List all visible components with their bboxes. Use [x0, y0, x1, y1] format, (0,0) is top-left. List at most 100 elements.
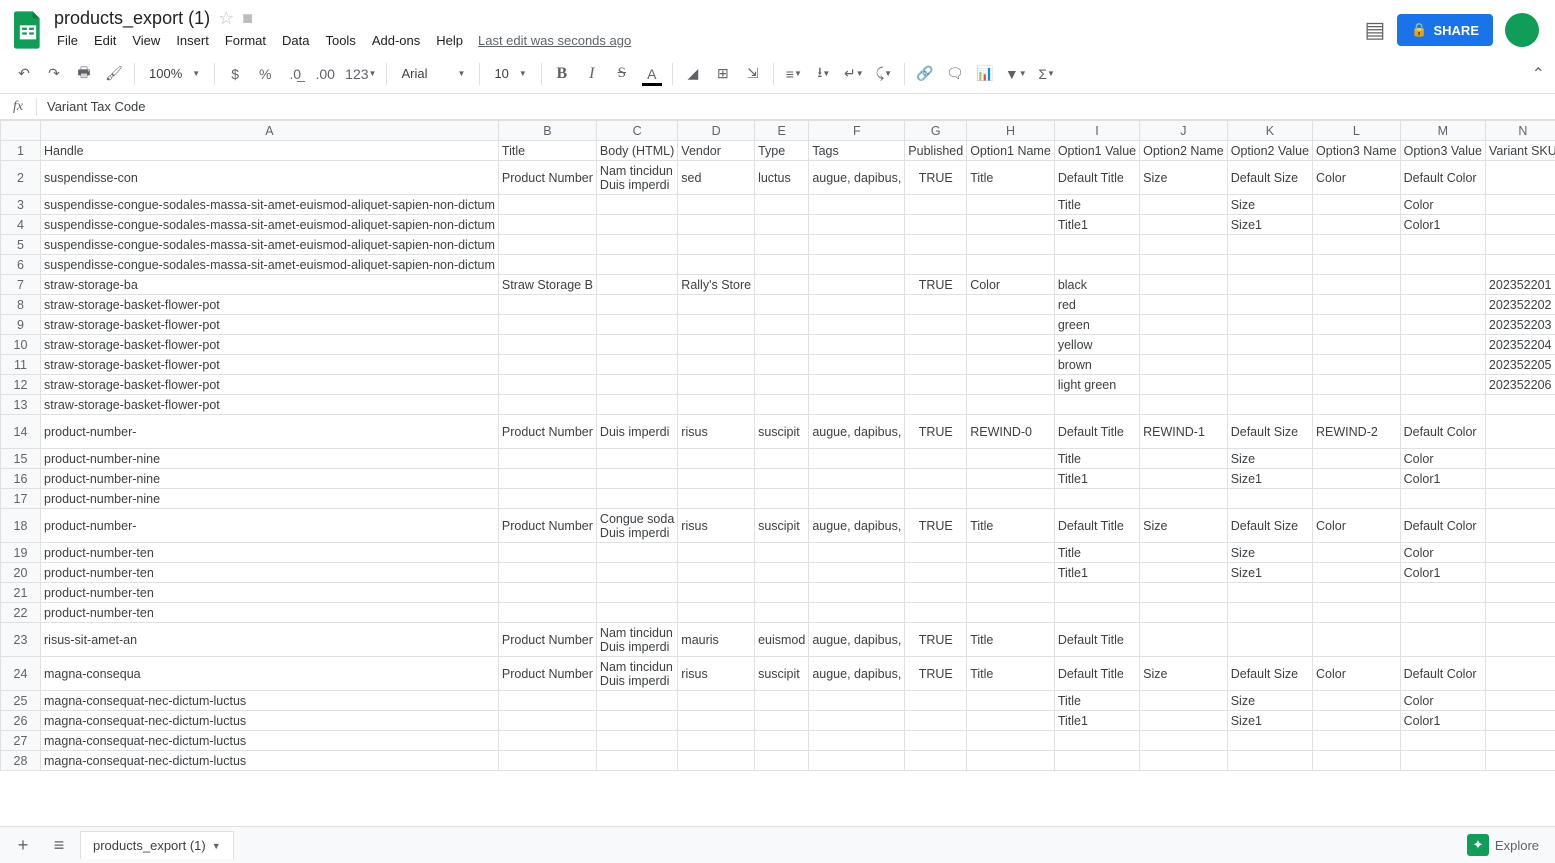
cell[interactable]: Title — [967, 509, 1055, 543]
cell[interactable]: suspendisse-congue-sodales-massa-sit-ame… — [41, 255, 499, 275]
comments-icon[interactable]: ▤ — [1365, 17, 1386, 43]
cell[interactable]: Default Title — [1054, 161, 1139, 195]
cell[interactable] — [596, 691, 677, 711]
cell[interactable]: luctus — [755, 161, 809, 195]
cell[interactable] — [1227, 395, 1312, 415]
cell[interactable] — [1140, 469, 1228, 489]
cell[interactable]: product-number-ten — [41, 563, 499, 583]
cell[interactable] — [596, 195, 677, 215]
cell[interactable] — [1313, 395, 1401, 415]
cell[interactable] — [1485, 751, 1555, 771]
cell[interactable] — [1485, 161, 1555, 195]
row-header[interactable]: 26 — [1, 711, 41, 731]
cell[interactable]: straw-storage-basket-flower-pot — [41, 295, 499, 315]
row-header[interactable]: 10 — [1, 335, 41, 355]
cell[interactable]: Color — [1313, 509, 1401, 543]
cell[interactable] — [1313, 603, 1401, 623]
cell[interactable] — [678, 255, 755, 275]
cell[interactable]: Color — [1313, 657, 1401, 691]
cell[interactable] — [905, 255, 967, 275]
cell[interactable]: Default Size — [1227, 509, 1312, 543]
print-button[interactable]: 🖶 — [70, 60, 98, 88]
cell[interactable]: magna-consequat-nec-dictum-luctus — [41, 711, 499, 731]
insert-comment-button[interactable]: 🗨 — [941, 60, 969, 88]
cell[interactable] — [596, 335, 677, 355]
cell[interactable] — [1140, 315, 1228, 335]
cell[interactable] — [905, 195, 967, 215]
cell[interactable] — [1227, 315, 1312, 335]
cell[interactable] — [809, 731, 905, 751]
cell[interactable]: Type — [755, 141, 809, 161]
cell[interactable]: suscipit — [755, 415, 809, 449]
cell[interactable]: Title — [967, 161, 1055, 195]
cell[interactable] — [755, 691, 809, 711]
cell[interactable] — [1485, 449, 1555, 469]
cell[interactable] — [1313, 335, 1401, 355]
cell[interactable] — [1400, 751, 1485, 771]
cell[interactable] — [1140, 215, 1228, 235]
cell[interactable] — [498, 711, 596, 731]
cell[interactable] — [1054, 255, 1139, 275]
cell[interactable]: Title — [1054, 195, 1139, 215]
cell[interactable]: Product Number — [498, 415, 596, 449]
cell[interactable]: Body (HTML) — [596, 141, 677, 161]
cell[interactable] — [755, 355, 809, 375]
cell[interactable] — [809, 195, 905, 215]
cell[interactable] — [596, 711, 677, 731]
cell[interactable] — [678, 751, 755, 771]
cell[interactable] — [1140, 751, 1228, 771]
collapse-toolbar-icon[interactable]: ⌃ — [1532, 64, 1545, 84]
cell[interactable] — [498, 295, 596, 315]
cell[interactable]: Published — [905, 141, 967, 161]
cell[interactable] — [678, 315, 755, 335]
cell[interactable] — [967, 195, 1055, 215]
cell[interactable] — [1054, 751, 1139, 771]
cell[interactable]: TRUE — [905, 623, 967, 657]
row-header[interactable]: 9 — [1, 315, 41, 335]
cell[interactable]: suspendisse-con — [41, 161, 499, 195]
cell[interactable] — [1313, 315, 1401, 335]
cell[interactable]: suspendisse-congue-sodales-massa-sit-ame… — [41, 235, 499, 255]
cell[interactable] — [905, 449, 967, 469]
row-header[interactable]: 27 — [1, 731, 41, 751]
cell[interactable] — [1227, 275, 1312, 295]
cell[interactable] — [1227, 489, 1312, 509]
cell[interactable]: Size — [1140, 509, 1228, 543]
cell[interactable] — [755, 375, 809, 395]
column-header[interactable]: J — [1140, 121, 1228, 141]
cell[interactable]: Size1 — [1227, 563, 1312, 583]
cell[interactable] — [1140, 275, 1228, 295]
cell[interactable] — [1485, 469, 1555, 489]
cell[interactable]: euismod — [755, 623, 809, 657]
cell[interactable] — [1054, 731, 1139, 751]
cell[interactable] — [1313, 489, 1401, 509]
percent-button[interactable]: % — [251, 60, 279, 88]
cell[interactable]: Color1 — [1400, 469, 1485, 489]
cell[interactable] — [596, 295, 677, 315]
explore-button[interactable]: ✦ Explore — [1459, 830, 1547, 860]
insert-chart-button[interactable]: 📊 — [971, 60, 999, 88]
row-header[interactable]: 25 — [1, 691, 41, 711]
document-title[interactable]: products_export (1) — [54, 8, 210, 29]
cell[interactable]: Color — [1400, 195, 1485, 215]
cell[interactable]: Color — [1400, 543, 1485, 563]
cell[interactable] — [1400, 335, 1485, 355]
cell[interactable]: product-number-nine — [41, 489, 499, 509]
row-header[interactable]: 22 — [1, 603, 41, 623]
cell[interactable] — [1140, 731, 1228, 751]
cell[interactable] — [755, 335, 809, 355]
cell[interactable] — [1485, 623, 1555, 657]
cell[interactable] — [755, 751, 809, 771]
cell[interactable]: Title1 — [1054, 469, 1139, 489]
sheet-tab-active[interactable]: products_export (1) ▼ — [80, 831, 234, 859]
increase-decimal-button[interactable]: .00 — [311, 60, 339, 88]
cell[interactable] — [755, 603, 809, 623]
cell[interactable] — [1485, 583, 1555, 603]
cell[interactable] — [498, 315, 596, 335]
cell[interactable] — [1400, 489, 1485, 509]
cell[interactable] — [967, 335, 1055, 355]
cell[interactable] — [1140, 623, 1228, 657]
filter-button[interactable]: ▼▼ — [1001, 60, 1031, 88]
cell[interactable] — [809, 255, 905, 275]
column-header[interactable]: B — [498, 121, 596, 141]
